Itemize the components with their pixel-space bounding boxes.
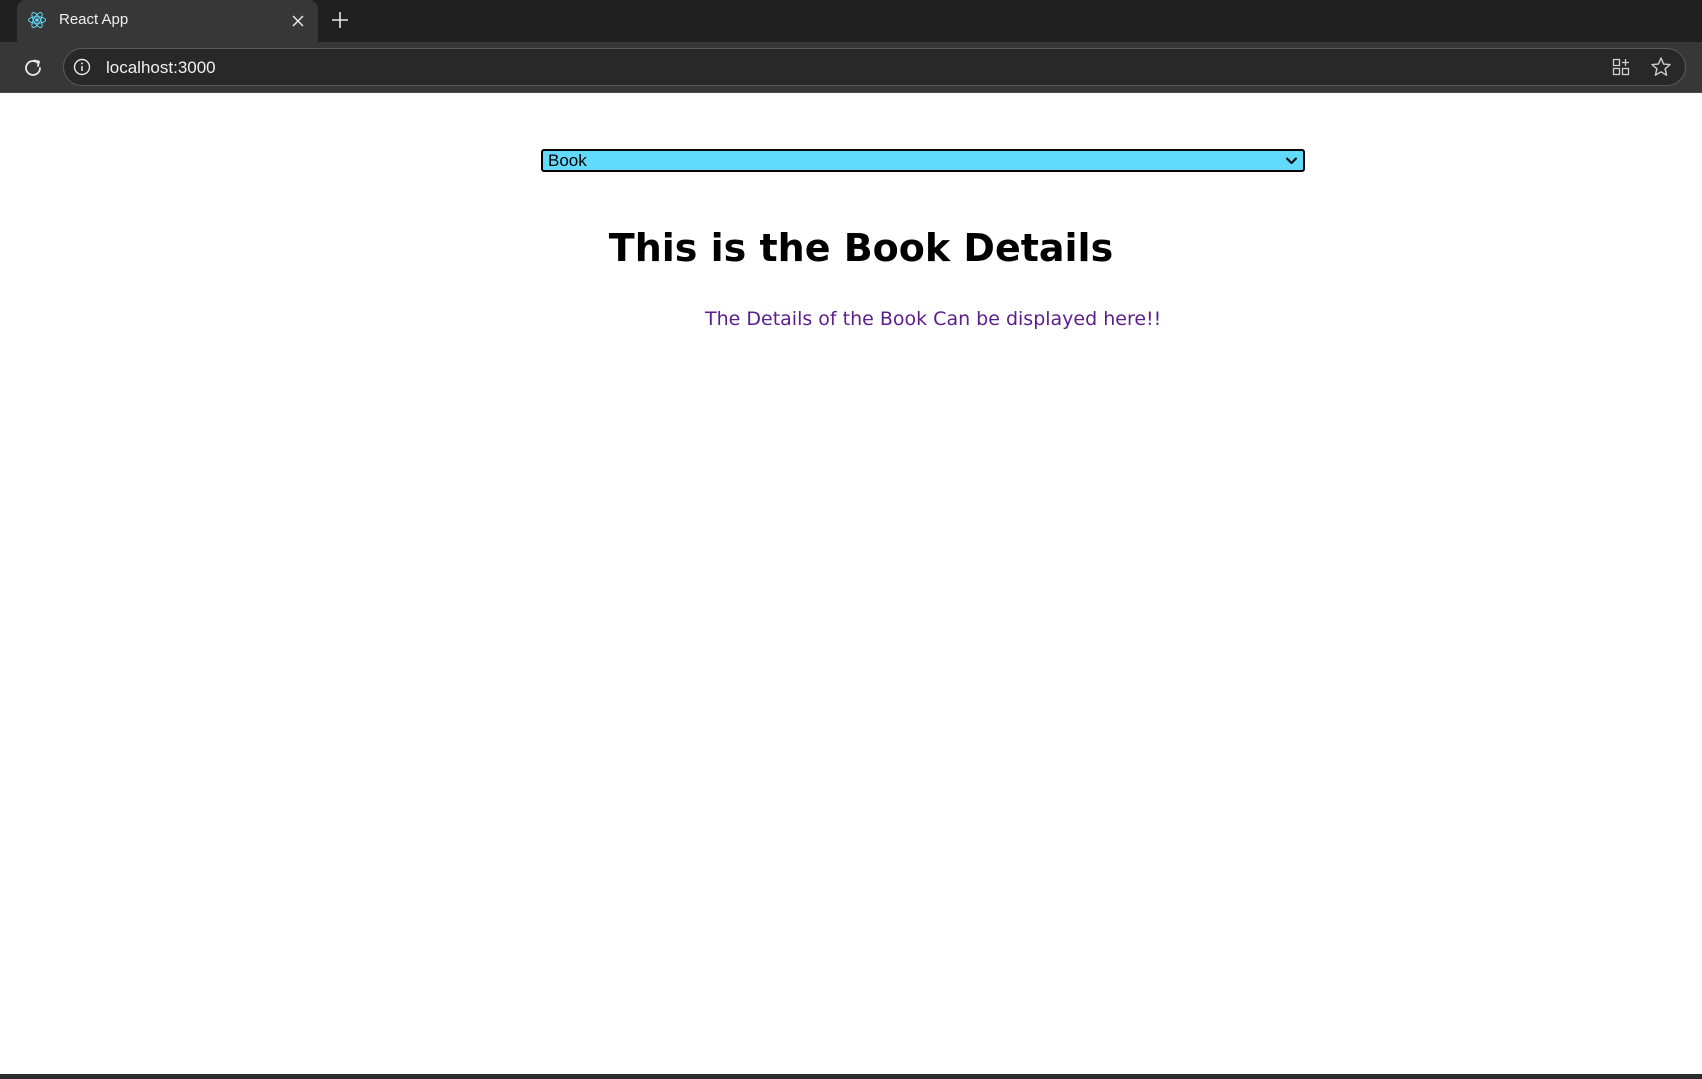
url-text[interactable]: localhost:3000 xyxy=(106,58,216,78)
info-icon[interactable] xyxy=(72,57,92,77)
tab-strip: React App xyxy=(0,0,1702,42)
tab-react-app[interactable]: React App xyxy=(17,0,318,42)
react-icon xyxy=(27,10,47,30)
chevron-down-icon xyxy=(1284,153,1299,168)
reload-icon[interactable] xyxy=(20,55,46,81)
tab-title: React App xyxy=(59,11,129,28)
page-description: The Details of the Book Can be displayed… xyxy=(705,308,1162,330)
apps-icon[interactable] xyxy=(1611,57,1631,77)
category-select[interactable]: Book xyxy=(541,149,1305,172)
page-content: Book This is the Book Details The Detail… xyxy=(0,93,1702,1074)
address-bar[interactable]: localhost:3000 xyxy=(63,48,1686,86)
page-heading: This is the Book Details xyxy=(608,226,1114,270)
browser-window: React App localhost:3000 Book This is th… xyxy=(0,0,1702,1079)
close-icon[interactable] xyxy=(288,11,308,31)
star-icon[interactable] xyxy=(1650,56,1672,78)
browser-toolbar: localhost:3000 xyxy=(0,42,1702,93)
select-value: Book xyxy=(548,151,587,170)
plus-icon[interactable] xyxy=(328,8,352,32)
bottom-bar xyxy=(0,1074,1702,1079)
